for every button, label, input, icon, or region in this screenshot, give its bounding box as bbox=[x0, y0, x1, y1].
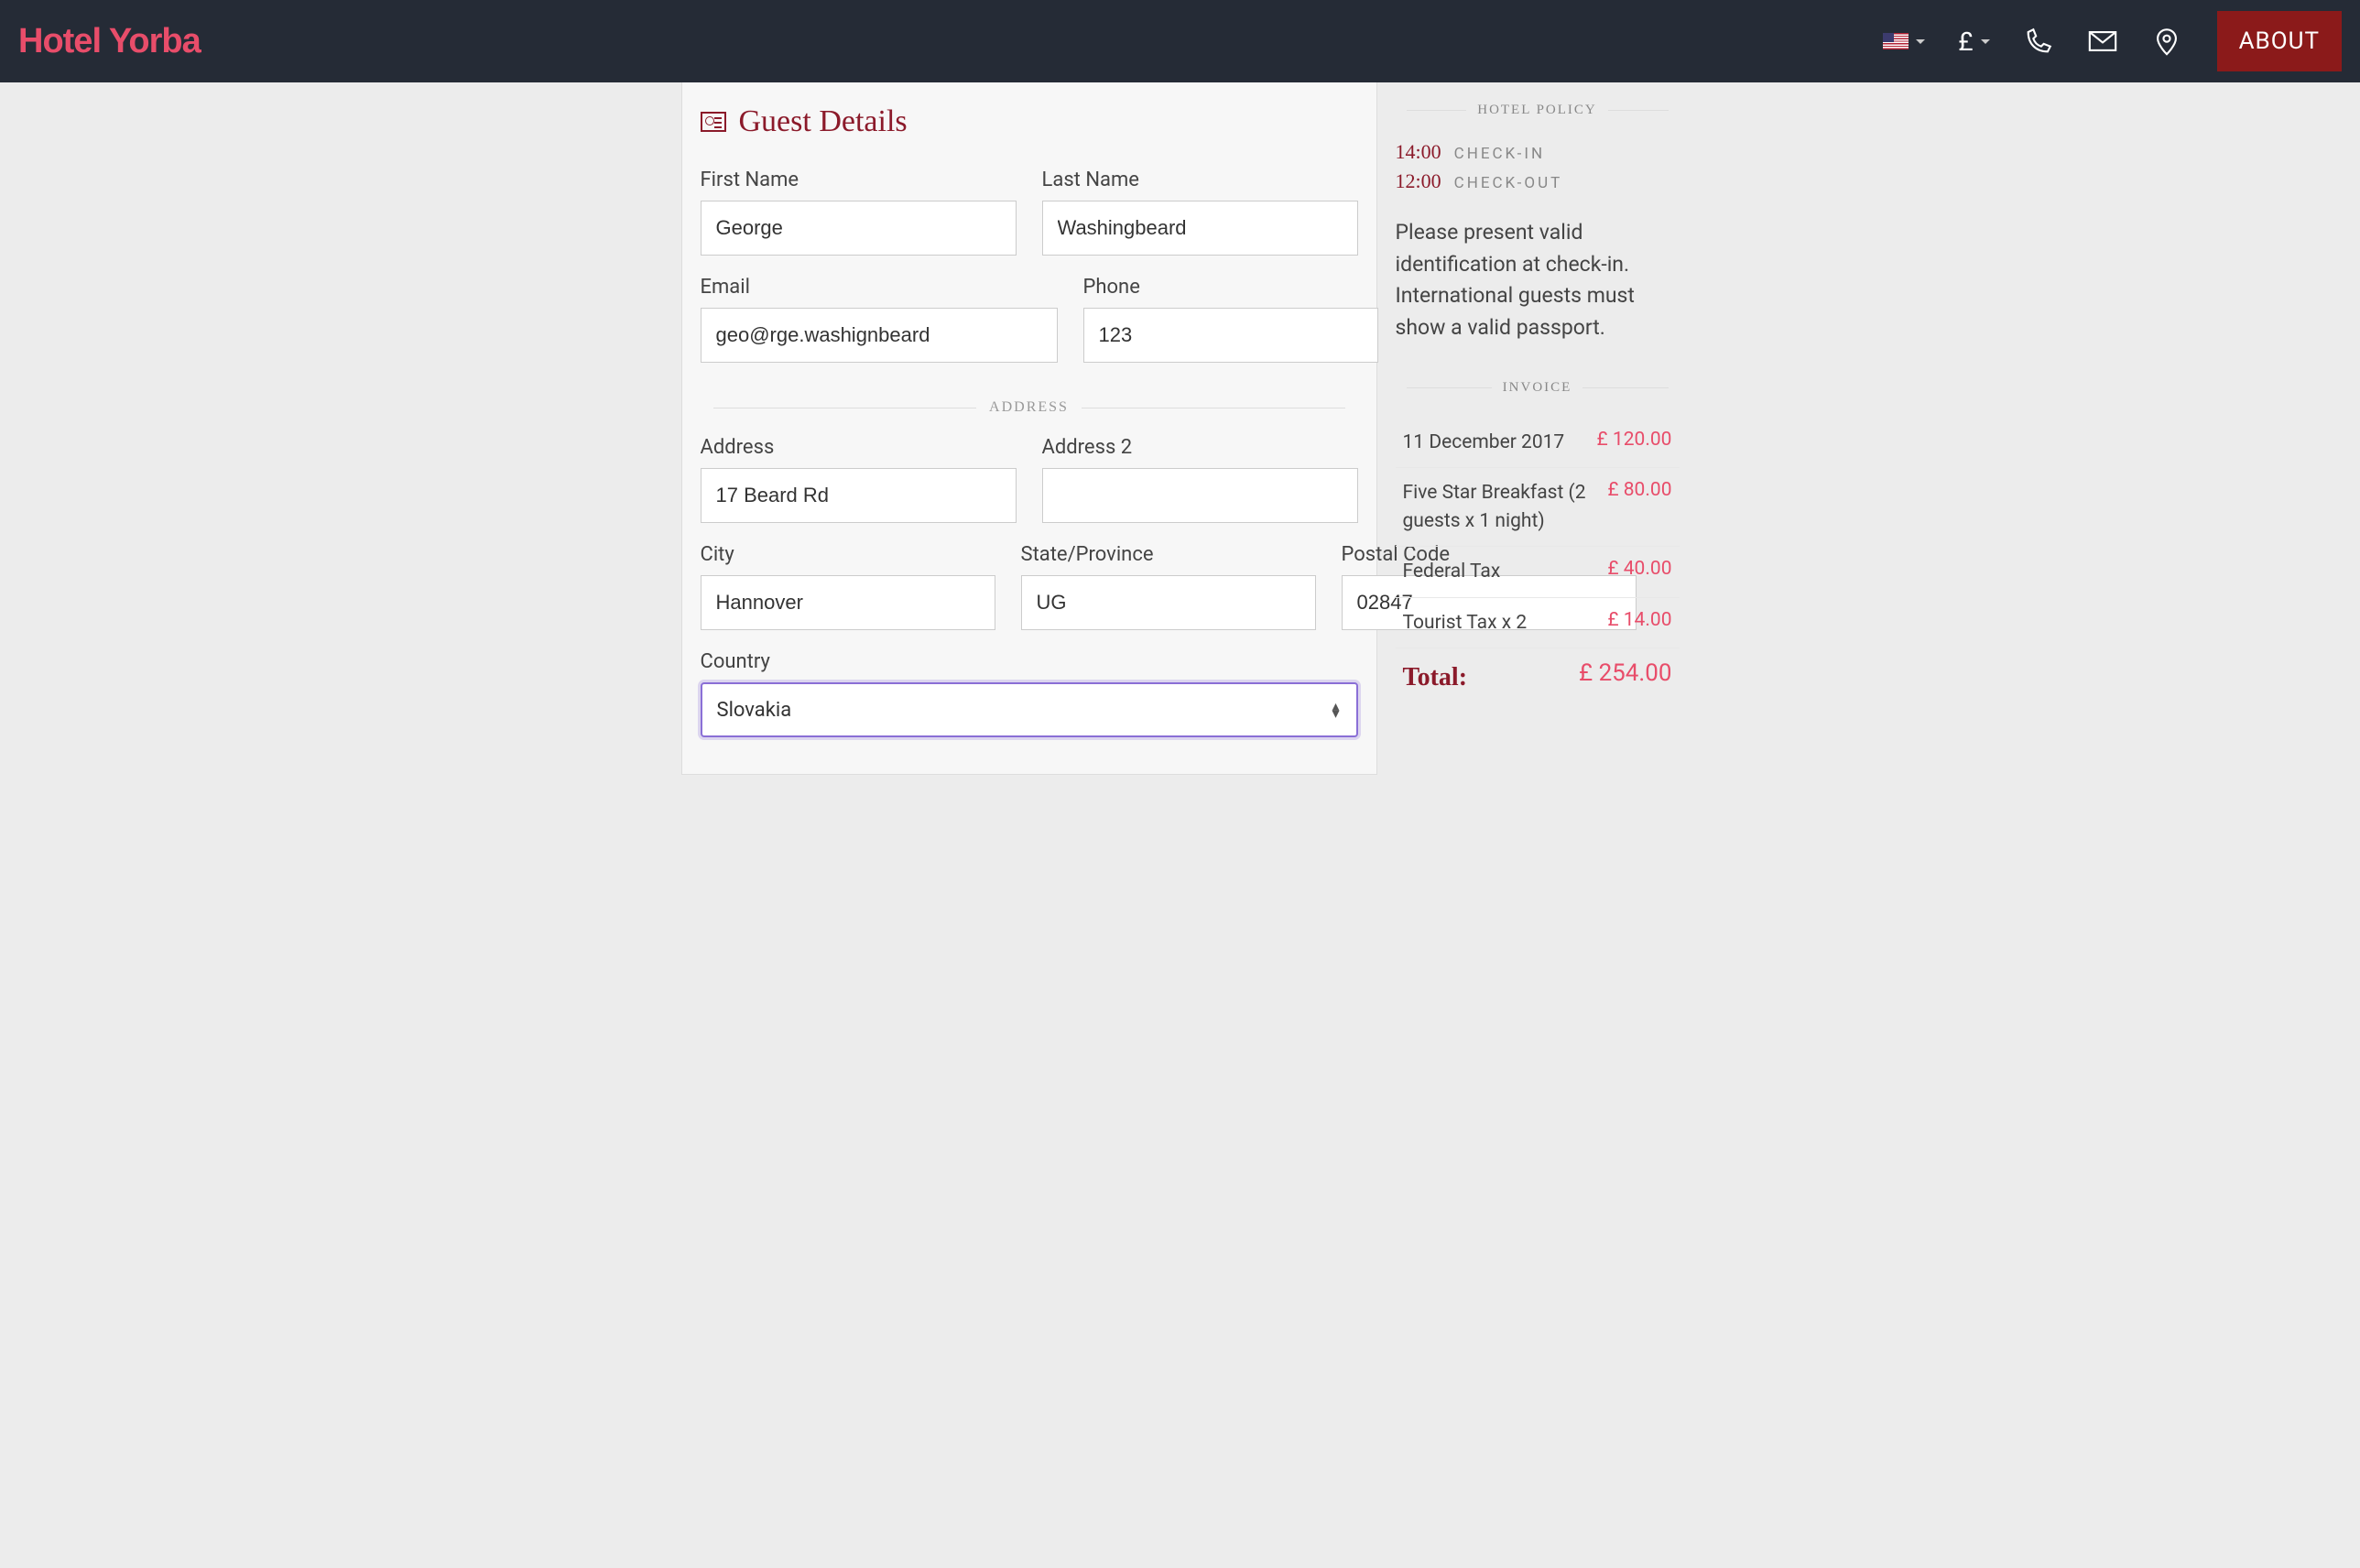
city-input[interactable] bbox=[701, 575, 995, 630]
invoice-total-row: Total: £ 254.00 bbox=[1396, 648, 1680, 708]
country-select-value: Slovakia bbox=[717, 699, 792, 722]
currency-symbol: £ bbox=[1958, 27, 1973, 57]
id-card-icon bbox=[701, 112, 726, 132]
address-divider: ADDRESS bbox=[701, 399, 1358, 416]
chevron-down-icon bbox=[1981, 39, 1990, 44]
language-selector[interactable] bbox=[1883, 33, 1925, 49]
address2-label: Address 2 bbox=[1042, 436, 1358, 459]
invoice-total-label: Total: bbox=[1403, 659, 1580, 697]
checkin-row: 14:00 CHECK-IN bbox=[1396, 140, 1680, 164]
email-label: Email bbox=[701, 276, 1058, 299]
phone-label: Phone bbox=[1083, 276, 1378, 299]
city-label: City bbox=[701, 543, 995, 566]
first-name-label: First Name bbox=[701, 169, 1017, 191]
hotel-policy-heading-text: HOTEL POLICY bbox=[1477, 103, 1597, 118]
last-name-label: Last Name bbox=[1042, 169, 1358, 191]
section-title: Guest Details bbox=[682, 104, 1376, 148]
invoice-item: 11 December 2017 £ 120.00 bbox=[1396, 418, 1680, 468]
location-pin-icon bbox=[2151, 26, 2182, 57]
invoice-item-desc: Federal Tax bbox=[1403, 558, 1608, 585]
address-label: Address bbox=[701, 436, 1017, 459]
first-name-input[interactable] bbox=[701, 201, 1017, 256]
guest-details-panel: Guest Details First Name Last Name Email bbox=[681, 82, 1377, 775]
address2-input[interactable] bbox=[1042, 468, 1358, 523]
country-label: Country bbox=[701, 650, 1358, 673]
invoice-item-desc: 11 December 2017 bbox=[1403, 429, 1597, 456]
country-select[interactable]: Slovakia ▴▾ bbox=[701, 682, 1358, 737]
checkout-row: 12:00 CHECK-OUT bbox=[1396, 169, 1680, 193]
hotel-policy-heading: HOTEL POLICY bbox=[1396, 103, 1680, 118]
brand-logo[interactable]: Hotel Yorba bbox=[18, 22, 201, 61]
invoice-total-amount: £ 254.00 bbox=[1579, 659, 1672, 687]
checkout-time: 12:00 bbox=[1396, 169, 1441, 193]
invoice-heading-text: INVOICE bbox=[1503, 380, 1572, 396]
phone-icon bbox=[2023, 26, 2054, 57]
policy-text: Please present valid identification at c… bbox=[1396, 217, 1680, 343]
section-title-text: Guest Details bbox=[739, 104, 908, 139]
invoice-item-desc: Five Star Breakfast (2 guests x 1 night) bbox=[1403, 479, 1608, 535]
location-link[interactable] bbox=[2151, 26, 2182, 57]
checkout-label: CHECK-OUT bbox=[1454, 174, 1563, 192]
checkin-label: CHECK-IN bbox=[1454, 145, 1546, 163]
invoice-heading: INVOICE bbox=[1396, 380, 1680, 396]
email-link[interactable] bbox=[2087, 26, 2118, 57]
invoice-item: Tourist Tax x 2 £ 14.00 bbox=[1396, 598, 1680, 648]
chevron-down-icon bbox=[1916, 39, 1925, 44]
invoice-item-amount: £ 80.00 bbox=[1607, 479, 1671, 501]
checkin-time: 14:00 bbox=[1396, 140, 1441, 164]
invoice-item-amount: £ 40.00 bbox=[1607, 558, 1671, 580]
about-button[interactable]: ABOUT bbox=[2217, 11, 2342, 71]
invoice-item-desc: Tourist Tax x 2 bbox=[1403, 609, 1608, 637]
sidebar: HOTEL POLICY 14:00 CHECK-IN 12:00 CHECK-… bbox=[1396, 82, 1680, 708]
state-label: State/Province bbox=[1021, 543, 1316, 566]
invoice-item-amount: £ 14.00 bbox=[1607, 609, 1671, 631]
currency-selector[interactable]: £ bbox=[1958, 27, 1989, 57]
invoice-item: Five Star Breakfast (2 guests x 1 night)… bbox=[1396, 468, 1680, 547]
flag-us-icon bbox=[1883, 33, 1909, 49]
top-navbar: Hotel Yorba £ ABOUT bbox=[0, 0, 2360, 82]
select-arrows-icon: ▴▾ bbox=[1332, 702, 1339, 717]
state-input[interactable] bbox=[1021, 575, 1316, 630]
last-name-input[interactable] bbox=[1042, 201, 1358, 256]
invoice-list: 11 December 2017 £ 120.00 Five Star Brea… bbox=[1396, 418, 1680, 708]
phone-input[interactable] bbox=[1083, 308, 1378, 363]
address-divider-text: ADDRESS bbox=[989, 399, 1069, 416]
phone-link[interactable] bbox=[2023, 26, 2054, 57]
invoice-item: Federal Tax £ 40.00 bbox=[1396, 547, 1680, 597]
email-input[interactable] bbox=[701, 308, 1058, 363]
address-input[interactable] bbox=[701, 468, 1017, 523]
mail-icon bbox=[2087, 26, 2118, 57]
invoice-item-amount: £ 120.00 bbox=[1597, 429, 1672, 451]
